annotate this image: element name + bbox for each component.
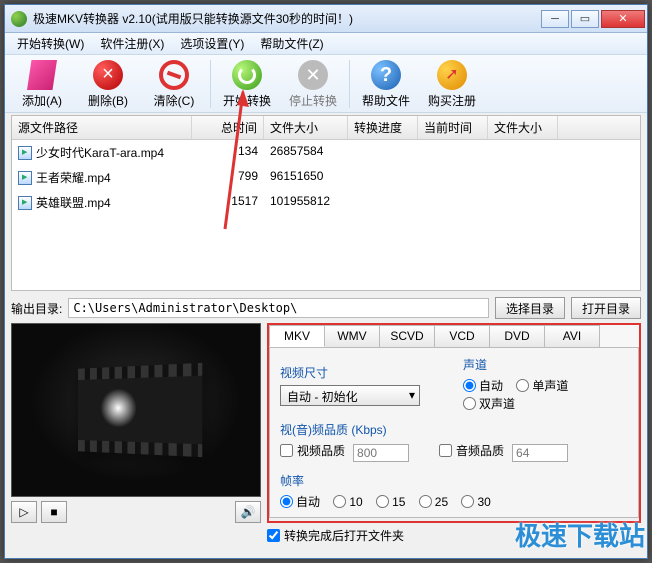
maximize-button[interactable]: ▭ bbox=[571, 10, 599, 28]
open-after-check[interactable]: 转换完成后打开文件夹 bbox=[267, 527, 404, 544]
col-size[interactable]: 文件大小 bbox=[264, 116, 348, 139]
menu-start[interactable]: 开始转换(W) bbox=[9, 33, 92, 54]
audio-channel-label: 声道 bbox=[463, 356, 628, 373]
volume-button[interactable]: 🔊 bbox=[235, 501, 261, 523]
col-current[interactable]: 当前时间 bbox=[418, 116, 488, 139]
window-title: 极速MKV转换器 v2.10(试用版只能转换源文件30秒的时间！) bbox=[33, 10, 539, 27]
minimize-button[interactable]: ─ bbox=[541, 10, 569, 28]
list-item[interactable]: 英雄联盟.mp4 1517 101955812 bbox=[12, 190, 640, 215]
delete-button[interactable]: 删除(B) bbox=[75, 58, 141, 109]
titlebar: 极速MKV转换器 v2.10(试用版只能转换源文件30秒的时间！) ─ ▭ ✕ bbox=[5, 5, 647, 33]
audio-quality-input[interactable] bbox=[512, 444, 568, 462]
menubar: 开始转换(W) 软件注册(X) 选项设置(Y) 帮助文件(Z) bbox=[5, 33, 647, 55]
buy-button[interactable]: 购买注册 bbox=[419, 58, 485, 109]
settings-panel: MKV WMV SCVD VCD DVD AVI 视频尺寸 自动 - 初始化 声… bbox=[267, 323, 641, 523]
help-icon bbox=[371, 60, 401, 90]
quality-label: 视(音)频品质 (Kbps) bbox=[280, 421, 628, 438]
bottom-row: 转换完成后打开文件夹 bbox=[11, 527, 641, 544]
video-quality-input[interactable] bbox=[353, 444, 409, 462]
select-dir-button[interactable]: 选择目录 bbox=[495, 297, 565, 319]
app-icon bbox=[11, 11, 27, 27]
col-time[interactable]: 总时间 bbox=[192, 116, 264, 139]
play-button[interactable]: ▷ bbox=[11, 501, 37, 523]
clear-button[interactable]: 清除(C) bbox=[141, 58, 207, 109]
start-icon bbox=[232, 60, 262, 90]
start-convert-button[interactable]: 开始转换 bbox=[214, 58, 280, 109]
fps-label: 帧率 bbox=[280, 472, 628, 489]
fps-auto-radio[interactable]: 自动 bbox=[280, 493, 320, 510]
video-size-select[interactable]: 自动 - 初始化 bbox=[280, 385, 420, 406]
buy-icon bbox=[437, 60, 467, 90]
close-button[interactable]: ✕ bbox=[601, 10, 645, 28]
open-dir-button[interactable]: 打开目录 bbox=[571, 297, 641, 319]
stop-icon bbox=[298, 60, 328, 90]
stop-convert-button[interactable]: 停止转换 bbox=[280, 58, 346, 109]
fps-15-radio[interactable]: 15 bbox=[376, 495, 405, 509]
audio-stereo-radio[interactable]: 双声道 bbox=[463, 395, 515, 412]
fps-30-radio[interactable]: 30 bbox=[461, 495, 490, 509]
video-quality-check[interactable]: 视频品质 bbox=[280, 442, 345, 459]
stop-playback-button[interactable]: ■ bbox=[41, 501, 67, 523]
tab-avi[interactable]: AVI bbox=[544, 325, 600, 347]
preview-pane: ▷ ■ 🔊 bbox=[11, 323, 261, 523]
add-icon bbox=[27, 60, 57, 90]
tab-scvd[interactable]: SCVD bbox=[379, 325, 435, 347]
col-progress[interactable]: 转换进度 bbox=[348, 116, 418, 139]
tab-vcd[interactable]: VCD bbox=[434, 325, 490, 347]
file-list: 源文件路径 总时间 文件大小 转换进度 当前时间 文件大小 少女时代KaraT-… bbox=[11, 115, 641, 291]
list-item[interactable]: 少女时代KaraT-ara.mp4 134 26857584 bbox=[12, 140, 640, 165]
tab-mkv[interactable]: MKV bbox=[269, 325, 325, 347]
audio-mono-radio[interactable]: 单声道 bbox=[516, 377, 568, 394]
clear-icon bbox=[159, 60, 189, 90]
film-icon bbox=[78, 363, 202, 457]
tab-wmv[interactable]: WMV bbox=[324, 325, 380, 347]
audio-auto-radio[interactable]: 自动 bbox=[463, 377, 503, 394]
toolbar: 添加(A) 删除(B) 清除(C) 开始转换 停止转换 帮助文件 购买注册 bbox=[5, 55, 647, 113]
tab-dvd[interactable]: DVD bbox=[489, 325, 545, 347]
preview-controls: ▷ ■ 🔊 bbox=[11, 501, 261, 523]
menu-register[interactable]: 软件注册(X) bbox=[92, 33, 172, 54]
preview-screen bbox=[11, 323, 261, 497]
fps-10-radio[interactable]: 10 bbox=[333, 495, 362, 509]
list-item[interactable]: 王者荣耀.mp4 799 96151650 bbox=[12, 165, 640, 190]
format-tabs: MKV WMV SCVD VCD DVD AVI bbox=[269, 325, 639, 347]
help-button[interactable]: 帮助文件 bbox=[353, 58, 419, 109]
output-path[interactable]: C:\Users\Administrator\Desktop\ bbox=[68, 298, 489, 318]
col-path[interactable]: 源文件路径 bbox=[12, 116, 192, 139]
add-button[interactable]: 添加(A) bbox=[9, 58, 75, 109]
delete-icon bbox=[93, 60, 123, 90]
toolbar-separator bbox=[210, 60, 211, 108]
toolbar-separator bbox=[349, 60, 350, 108]
list-header: 源文件路径 总时间 文件大小 转换进度 当前时间 文件大小 bbox=[12, 116, 640, 140]
file-icon bbox=[18, 196, 32, 210]
fps-25-radio[interactable]: 25 bbox=[419, 495, 448, 509]
menu-options[interactable]: 选项设置(Y) bbox=[172, 33, 252, 54]
video-size-label: 视频尺寸 bbox=[280, 364, 445, 381]
file-icon bbox=[18, 146, 32, 160]
app-window: 极速MKV转换器 v2.10(试用版只能转换源文件30秒的时间！) ─ ▭ ✕ … bbox=[4, 4, 648, 559]
output-row: 输出目录: C:\Users\Administrator\Desktop\ 选择… bbox=[11, 297, 641, 319]
file-icon bbox=[18, 171, 32, 185]
output-label: 输出目录: bbox=[11, 300, 62, 317]
audio-quality-check[interactable]: 音频品质 bbox=[439, 442, 504, 459]
menu-help[interactable]: 帮助文件(Z) bbox=[252, 33, 331, 54]
col-fsize[interactable]: 文件大小 bbox=[488, 116, 558, 139]
tab-body: 视频尺寸 自动 - 初始化 声道 自动 单声道 双声道 视(音)频品质 (Kbp… bbox=[269, 347, 639, 518]
